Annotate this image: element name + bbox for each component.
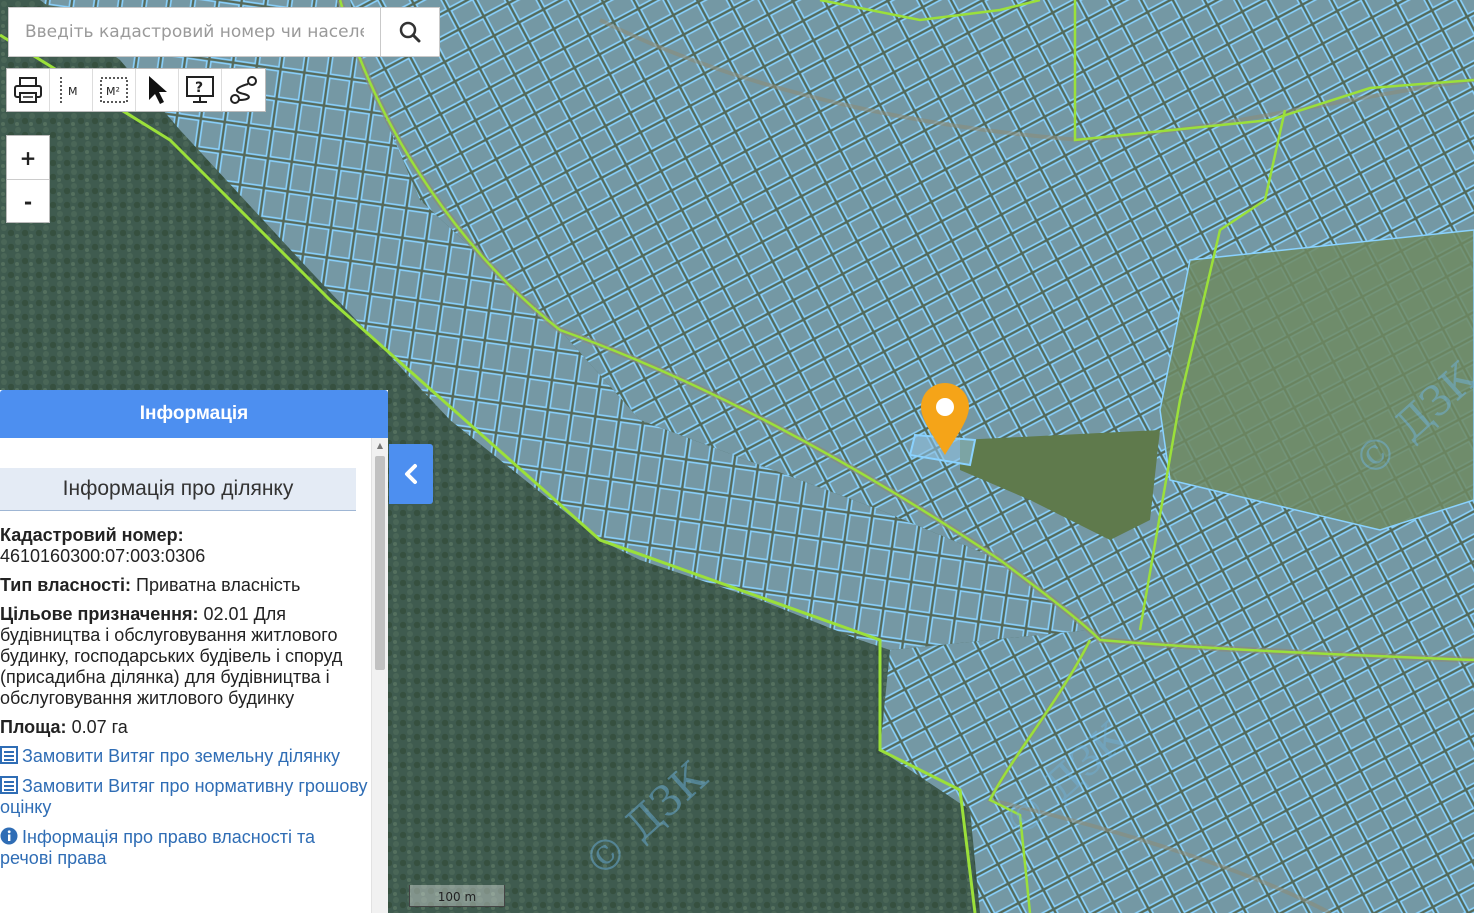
cadastral-number-row: Кадастровий номер: 4610160300:07:003:030… <box>0 525 372 567</box>
map-toolbar: M M² ? <box>6 68 266 112</box>
measure-distance-icon: M <box>60 77 78 103</box>
purpose-row: Цільове призначення: 02.01 Для будівницт… <box>0 604 372 709</box>
order-valuation-extract-label: Замовити Витяг про нормативну грошову оц… <box>0 776 368 817</box>
svg-text:M²: M² <box>106 85 120 98</box>
panel-body: Інформація про ділянку Кадастровий номер… <box>0 438 372 913</box>
svg-text:?: ? <box>195 80 203 96</box>
ownership-label: Тип власності: <box>0 575 131 595</box>
cadastral-number-value: 4610160300:07:003:0306 <box>0 546 206 566</box>
section-title: Інформація про ділянку <box>0 468 356 511</box>
area-label: Площа: <box>0 717 67 737</box>
area-row: Площа: 0.07 га <box>0 717 372 738</box>
route-button[interactable] <box>222 69 265 111</box>
order-valuation-extract-link[interactable]: Замовити Витяг про нормативну грошову оц… <box>0 776 372 818</box>
print-icon <box>14 77 42 103</box>
scroll-thumb[interactable] <box>375 456 385 670</box>
info-panel: Інформація Інформація про ділянку Кадаст… <box>0 390 388 913</box>
list-icon <box>0 746 18 764</box>
order-land-extract-link[interactable]: Замовити Витяг про земельну ділянку <box>0 746 372 767</box>
collapse-panel-button[interactable] <box>389 444 433 504</box>
svg-text:M: M <box>68 85 78 98</box>
pointer-icon <box>149 76 167 104</box>
area-value: 0.07 га <box>71 717 128 737</box>
ownership-info-label: Інформація про право власності та речові… <box>0 827 316 868</box>
search-button[interactable] <box>380 8 439 56</box>
ownership-value: Приватна власність <box>136 575 301 595</box>
print-button[interactable] <box>7 69 50 111</box>
search-input[interactable] <box>9 8 380 56</box>
measure-area-button[interactable]: M² <box>93 69 136 111</box>
ownership-row: Тип власності: Приватна власність <box>0 575 372 596</box>
cadastral-number-label: Кадастровий номер: <box>0 525 184 545</box>
help-icon: ? <box>186 76 214 103</box>
search-icon <box>399 21 421 43</box>
select-button[interactable] <box>136 69 179 111</box>
ownership-info-link[interactable]: Інформація про право власності та речові… <box>0 827 372 869</box>
list-icon <box>0 776 18 794</box>
zoom-out-button[interactable]: - <box>7 180 49 223</box>
route-icon <box>229 76 257 104</box>
panel-title: Інформація <box>0 390 388 438</box>
scroll-up-arrow-icon[interactable]: ▲ <box>372 438 388 452</box>
info-icon <box>0 827 18 845</box>
parcel-info: Кадастровий номер: 4610160300:07:003:030… <box>0 511 372 869</box>
zoom-control: + - <box>6 135 50 223</box>
measure-area-icon: M² <box>100 77 128 103</box>
scale-bar: 100 m <box>409 885 505 907</box>
measure-distance-button[interactable]: M <box>50 69 93 111</box>
chevron-left-icon <box>405 464 417 484</box>
zoom-in-button[interactable]: + <box>7 136 49 180</box>
panel-scrollbar[interactable]: ▲ <box>371 438 388 913</box>
help-button[interactable]: ? <box>179 69 222 111</box>
order-land-extract-label: Замовити Витяг про земельну ділянку <box>22 746 341 766</box>
search-bar <box>8 7 440 57</box>
purpose-label: Цільове призначення: <box>0 604 199 624</box>
